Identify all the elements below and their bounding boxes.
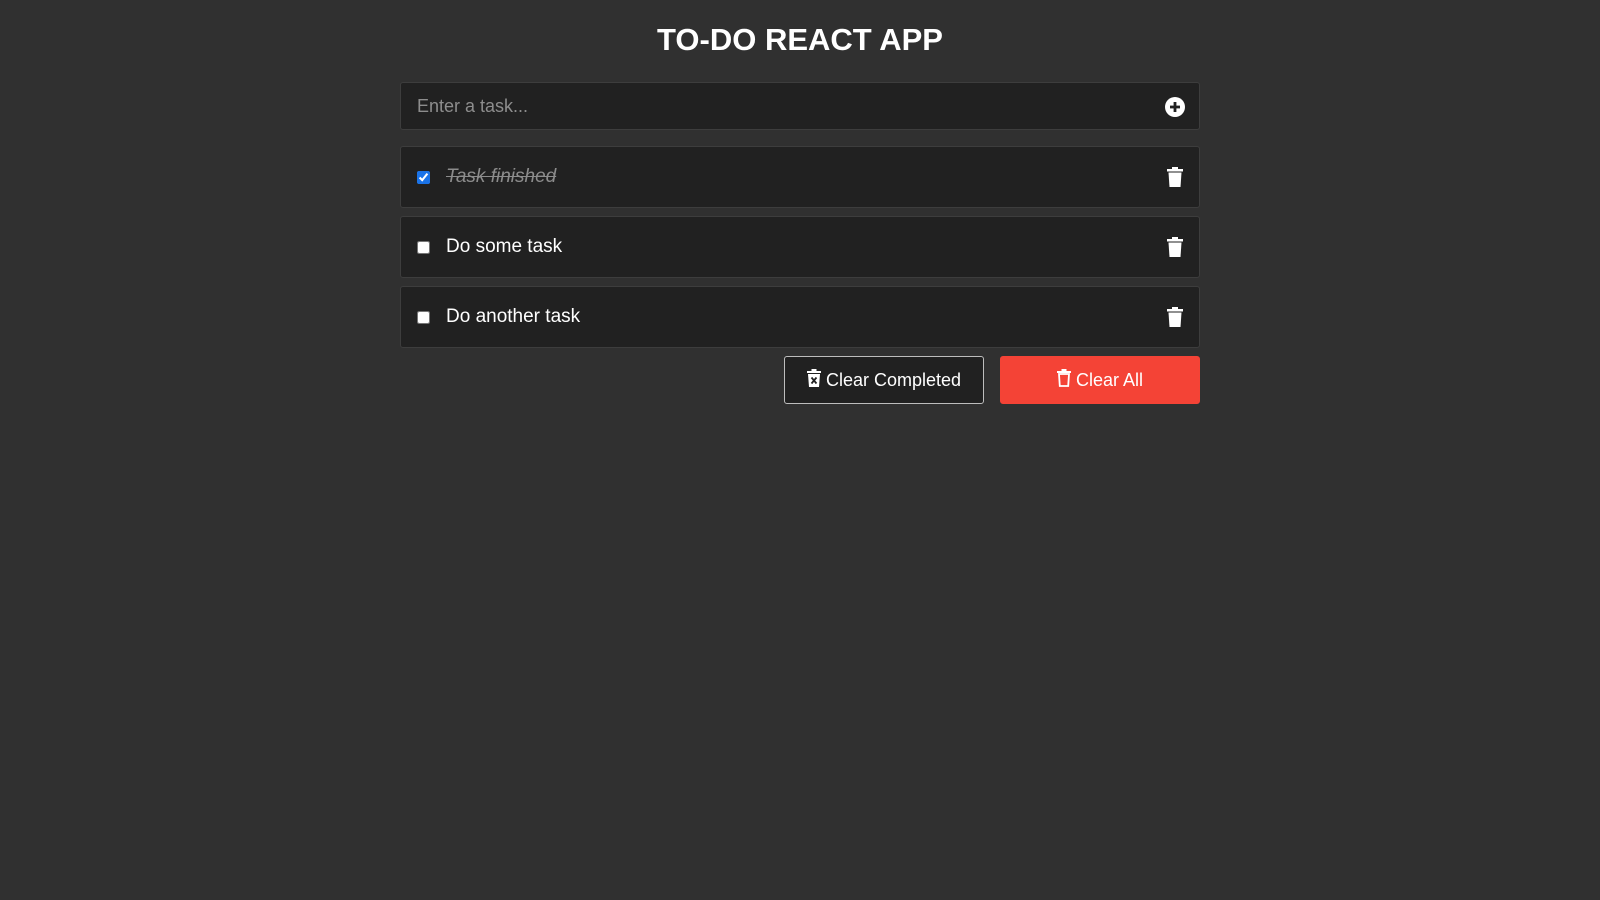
task-item: Do another task bbox=[400, 286, 1200, 348]
task-item: Task finished bbox=[400, 146, 1200, 208]
clear-completed-label: Clear Completed bbox=[825, 369, 962, 390]
list-actions: Clear Completed Clear All bbox=[400, 356, 1200, 404]
clear-completed-button[interactable]: Clear Completed bbox=[784, 356, 984, 404]
task-input[interactable] bbox=[401, 83, 1199, 129]
trash-x-icon bbox=[806, 368, 826, 392]
task-list: Task finished Do some task Do another ta… bbox=[400, 146, 1200, 348]
trash-icon[interactable] bbox=[1167, 167, 1183, 187]
clear-all-button[interactable]: Clear All bbox=[1000, 356, 1200, 404]
trash-icon[interactable] bbox=[1167, 307, 1183, 327]
task-checkbox[interactable] bbox=[417, 310, 430, 324]
task-label: Do some task bbox=[446, 236, 563, 257]
page-title: TO-DO REACT APP bbox=[657, 22, 943, 57]
task-input-row bbox=[400, 82, 1200, 130]
task-checkbox[interactable] bbox=[417, 240, 430, 254]
task-label: Do another task bbox=[446, 306, 581, 327]
clear-all-label: Clear All bbox=[1075, 369, 1144, 390]
plus-circle-icon[interactable] bbox=[1165, 97, 1185, 117]
task-checkbox[interactable] bbox=[417, 170, 430, 184]
task-label: Task finished bbox=[446, 166, 557, 187]
todo-app: TO-DO REACT APP Task finished bbox=[400, 0, 1200, 404]
trash-outline-icon bbox=[1056, 368, 1076, 392]
trash-icon[interactable] bbox=[1167, 237, 1183, 257]
task-item: Do some task bbox=[400, 216, 1200, 278]
